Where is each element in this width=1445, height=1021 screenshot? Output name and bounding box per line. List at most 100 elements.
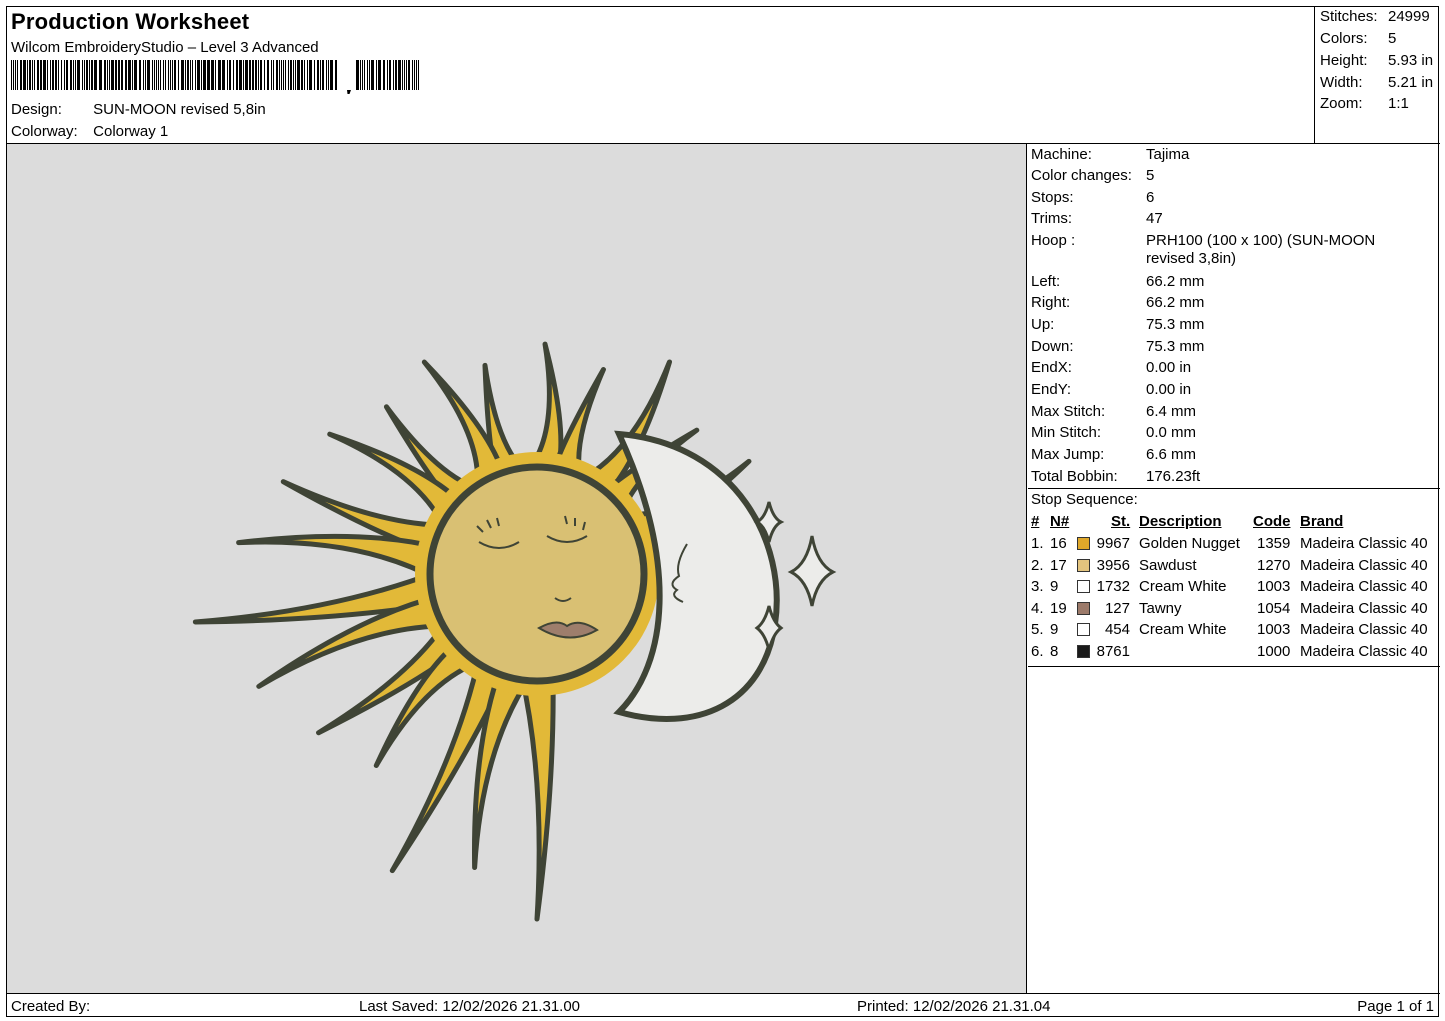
barcode-bar [309,60,312,90]
stat-height: Height: 5.93 in [1320,52,1433,69]
barcode-bar [170,60,171,90]
seq-cell-st: 1732 [1096,578,1130,596]
seq-cell-code: 1003 [1257,621,1291,639]
barcode-bar [73,60,74,90]
barcode-bar [11,60,12,90]
barcode-bar [297,60,300,90]
barcode-bar [55,60,57,90]
barcode-bar [50,60,51,90]
barcode-bar [58,60,59,90]
barcode-bar [15,60,16,90]
info-row: Hoop : PRH100 (100 x 100) (SUN-MOON revis… [1031,232,1436,268]
barcode-bar [77,60,80,90]
barcode-bar [121,60,123,90]
color-swatch [1077,558,1090,572]
info-value: 75.3 mm [1146,316,1205,333]
printed-date: Printed: 12/02/2026 21.31.04 [857,998,1051,1015]
barcode-bar [207,60,210,90]
info-divider [1028,488,1440,489]
barcode-bar [134,60,137,90]
barcode-bar [387,60,388,90]
seq-cell-brand: Madeira Classic 40 [1300,643,1428,660]
barcode-bar [70,60,72,90]
info-value: 0.00 in [1146,359,1192,376]
info-label: Min Stitch: [1031,424,1102,441]
barcode-bar [145,60,146,90]
barcode-bar [52,60,54,90]
info-row: Trims: 47 [1031,210,1436,228]
barcode-bar [408,60,410,90]
seq-cell-brand: Madeira Classic 40 [1300,535,1428,552]
seq-cell-description: Cream White [1139,578,1227,596]
seq-cell-needle: 8 [1050,643,1059,660]
info-label: Hoop : [1031,232,1076,249]
barcode-bar [109,60,110,90]
barcode-bar [378,60,381,90]
barcode-bar [243,60,244,90]
seq-cell-description: Tawny [1139,599,1182,617]
stop-sequence-row: 2. 17 3956 Sawdust 1270 Madeira Classic 40 [1028,557,1440,579]
barcode-bar [190,60,191,90]
seq-cell-code: 1054 [1257,599,1291,617]
barcode-bar [398,60,401,90]
stop-sequence-row: 6. 8 8761 1000 Madeira Classic 40 [1028,643,1440,665]
barcode-bar [295,60,296,90]
barcode-bar [32,60,33,90]
stat-label: Stitches: [1320,8,1378,25]
barcode-bar [75,60,76,90]
info-row: Color changes: 5 [1031,167,1436,185]
barcode-bar [215,60,216,90]
seq-cell-description: Sawdust [1139,556,1197,574]
info-row: Min Stitch: 0.0 mm [1031,424,1436,442]
barcode-bar [249,60,251,90]
info-value: 0.0 mm [1146,424,1197,441]
barcode-bar [279,60,280,90]
worksheet-header: Production Worksheet Wilcom EmbroiderySt… [7,7,1314,143]
barcode-bar [82,60,83,90]
seq-header-description: Description [1139,513,1222,530]
barcode-bar [364,60,365,90]
seq-cell-brand: Madeira Classic 40 [1300,556,1428,574]
barcode-bar [288,60,289,90]
barcode-bar [147,60,150,90]
barcode-bar [99,60,102,90]
stat-label: Colors: [1320,30,1368,47]
page-title: Production Worksheet [11,9,250,34]
barcode-bar [222,60,225,90]
barcode-bar [187,60,189,90]
barcode-bar [412,60,413,90]
info-row: Right: 66.2 mm [1031,294,1436,312]
seq-cell-needle: 9 [1050,578,1059,596]
barcode-bar [369,60,370,90]
seq-cell-st: 454 [1104,621,1130,639]
barcode-mark [347,90,351,94]
stat-label: Height: [1320,52,1368,69]
barcode-bar [66,60,68,90]
barcode-bar [86,60,88,90]
barcode-bar [165,60,166,90]
info-row: Max Stitch: 6.4 mm [1031,403,1436,421]
barcode-bar [227,60,228,90]
barcode-bar [185,60,186,90]
stat-value: 5.93 in [1388,52,1434,69]
barcode-bar [211,60,214,90]
barcode-bar [64,60,65,90]
barcode-bar [255,60,257,90]
info-row: EndY: 0.00 in [1031,381,1436,399]
barcode-bar [245,60,248,90]
seq-cell-needle: 9 [1050,621,1059,639]
info-value: Tajima [1146,146,1190,163]
design-preview [7,144,1027,993]
info-row: EndX: 0.00 in [1031,359,1436,377]
seq-cell-num: 5. [1031,621,1044,639]
barcode-bar [174,60,176,90]
info-row: Total Bobbin: 176.23ft [1031,468,1436,486]
barcode-bar [260,60,262,90]
info-label: Down: [1031,338,1074,355]
stop-sequence-row: 3. 9 1732 Cream White 1003 Madeira Classic 40 [1028,578,1440,600]
barcode-bar [301,60,303,90]
info-row: Left: 66.2 mm [1031,273,1436,291]
barcode-bar [172,60,173,90]
colorway-row: Colorway: Colorway 1 [11,123,168,140]
seq-cell-brand: Madeira Classic 40 [1300,578,1428,596]
